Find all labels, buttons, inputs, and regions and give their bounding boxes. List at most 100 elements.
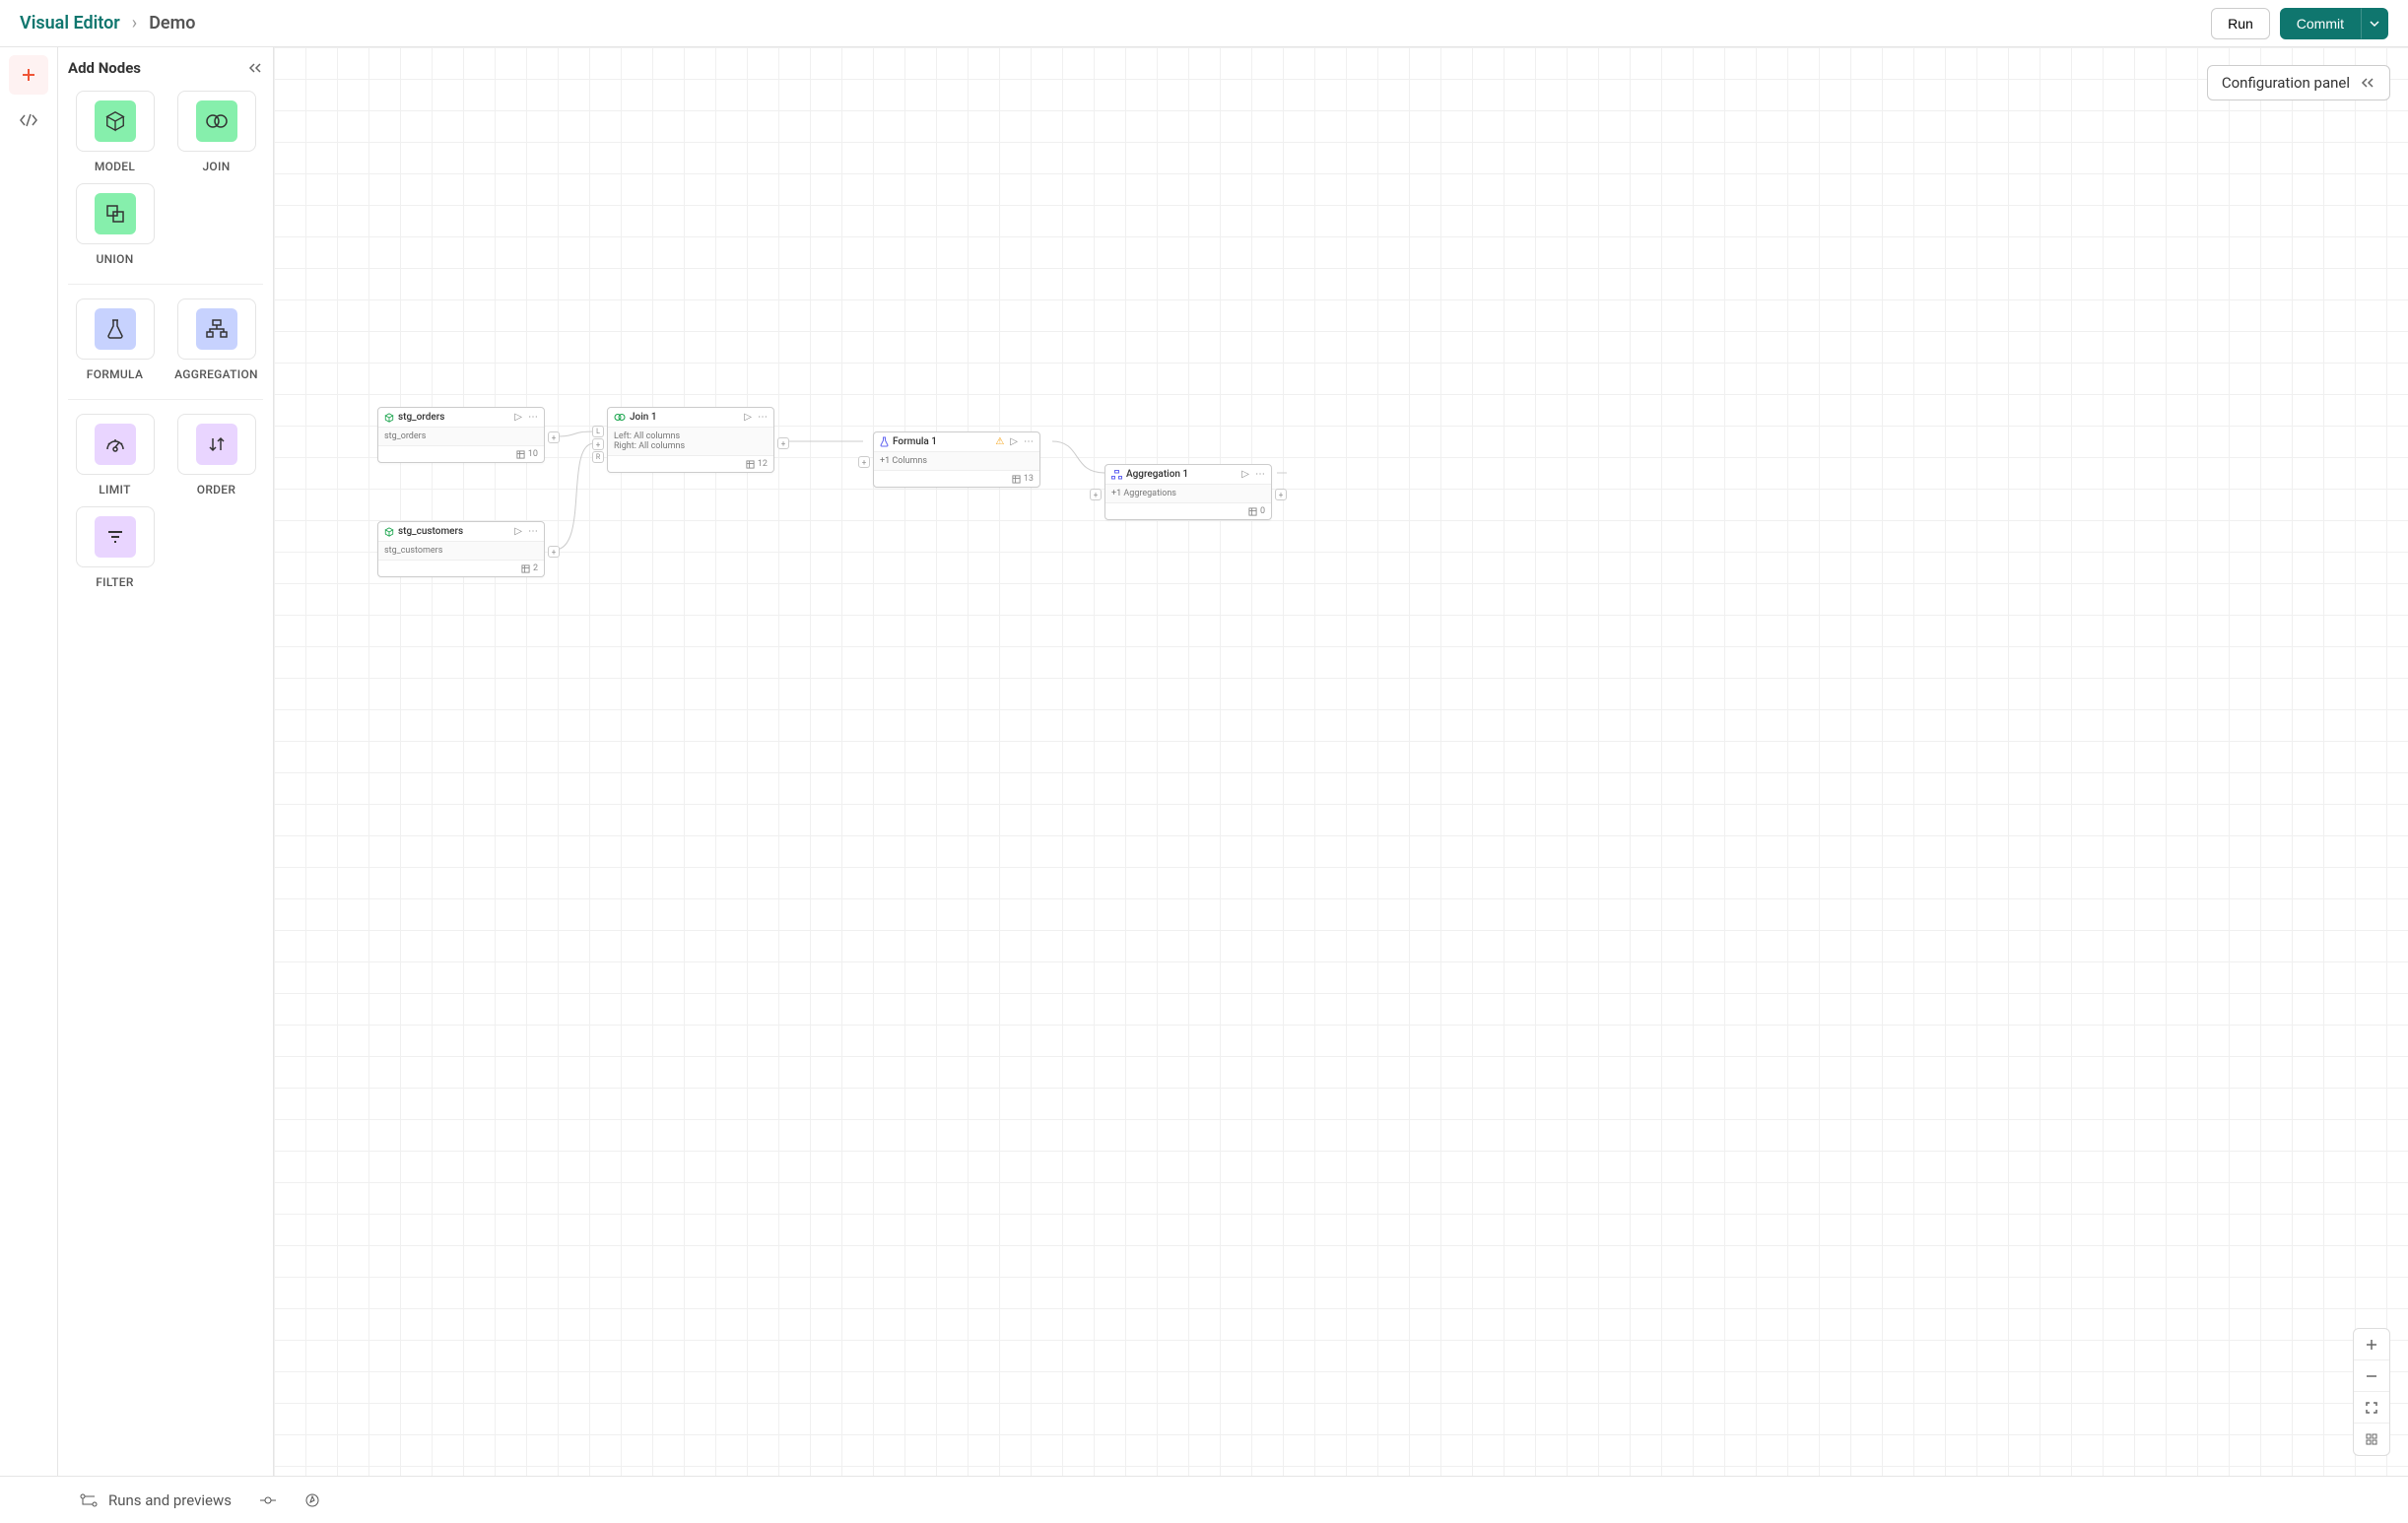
- footer: Runs and previews: [0, 1476, 2408, 1523]
- canvas-node-formula1[interactable]: Formula 1 ⚠ ▷ ⋯ +1 Columns 13 +: [873, 431, 1040, 488]
- tile-label: AGGREGATION: [174, 367, 258, 381]
- play-icon[interactable]: ▷: [514, 412, 522, 423]
- table-icon: [516, 450, 525, 459]
- output-port[interactable]: +: [548, 431, 560, 443]
- maximize-icon: [2365, 1401, 2378, 1415]
- table-icon: [521, 564, 530, 573]
- commit-button[interactable]: Commit: [2280, 8, 2361, 39]
- node-group-transforms: FORMULA AGGREGATION: [68, 298, 263, 381]
- join-left-label: Left: All columns: [614, 431, 768, 441]
- tile-label: MODEL: [95, 160, 135, 173]
- output-port[interactable]: +: [548, 546, 560, 558]
- cube-icon: [384, 527, 394, 537]
- breadcrumb: Visual Editor › Demo: [20, 13, 195, 33]
- node-tile-join[interactable]: JOIN: [169, 91, 263, 173]
- flask-icon: [880, 436, 889, 447]
- minus-icon: [2365, 1369, 2378, 1383]
- header-actions: Run Commit: [2211, 8, 2388, 39]
- canvas-node-stg-orders[interactable]: stg_orders ▷ ⋯ stg_orders 10 +: [377, 407, 545, 463]
- code-rail-button[interactable]: [9, 100, 48, 140]
- runs-previews-button[interactable]: Runs and previews: [79, 1491, 232, 1509]
- play-icon[interactable]: ▷: [514, 526, 522, 537]
- configuration-panel-button[interactable]: Configuration panel: [2207, 65, 2390, 100]
- node-tile-formula[interactable]: FORMULA: [68, 298, 162, 381]
- left-rail: [0, 47, 57, 1476]
- more-icon[interactable]: ⋯: [1024, 436, 1034, 447]
- node-tile-union[interactable]: UNION: [68, 183, 162, 266]
- code-icon: [19, 113, 38, 127]
- node-title: Formula 1: [893, 436, 937, 447]
- grid-button[interactable]: [2354, 1424, 2389, 1455]
- zoom-in-button[interactable]: [2354, 1329, 2389, 1360]
- table-icon: [1248, 507, 1257, 516]
- header: Visual Editor › Demo Run Commit: [0, 0, 2408, 47]
- table-icon: [1012, 475, 1021, 484]
- node-group-models: MODEL JOIN UNION: [68, 91, 263, 266]
- node-count: 13: [1024, 474, 1034, 484]
- output-port[interactable]: +: [1275, 489, 1287, 500]
- join-icon: [614, 413, 626, 422]
- main-body: Add Nodes MODEL JOIN: [0, 47, 2408, 1476]
- commit-dropdown-button[interactable]: [2361, 8, 2388, 39]
- cube-icon: [384, 413, 394, 423]
- node-tile-model[interactable]: MODEL: [68, 91, 162, 173]
- divider: [68, 284, 263, 285]
- tile-label: JOIN: [202, 160, 230, 173]
- edges-layer: [274, 47, 2408, 1476]
- input-port-add[interactable]: +: [592, 438, 604, 450]
- more-icon[interactable]: ⋯: [528, 412, 538, 423]
- fit-button[interactable]: [2354, 1392, 2389, 1424]
- refresh-button[interactable]: [304, 1492, 320, 1508]
- play-icon[interactable]: ▷: [1241, 469, 1249, 480]
- node-body: stg_orders: [378, 428, 544, 446]
- more-icon[interactable]: ⋯: [758, 412, 768, 423]
- node-title: stg_customers: [398, 526, 463, 537]
- node-tile-order[interactable]: ORDER: [169, 414, 263, 497]
- input-port-right[interactable]: R: [592, 451, 604, 463]
- add-node-rail-button[interactable]: [9, 55, 48, 95]
- node-title: stg_orders: [398, 412, 444, 423]
- more-icon[interactable]: ⋯: [528, 526, 538, 537]
- more-icon[interactable]: ⋯: [1255, 469, 1265, 480]
- play-icon[interactable]: ▷: [1010, 436, 1018, 447]
- sort-icon: [207, 434, 227, 454]
- aggregation-icon: [206, 319, 228, 339]
- zoom-controls: [2353, 1328, 2390, 1456]
- input-port-left[interactable]: L: [592, 426, 604, 437]
- chevron-double-left-icon: [2360, 77, 2375, 89]
- output-port[interactable]: +: [777, 437, 789, 449]
- join-icon: [205, 113, 229, 129]
- breadcrumb-current: Demo: [149, 13, 195, 33]
- run-button[interactable]: Run: [2211, 8, 2270, 39]
- canvas-node-join1[interactable]: Join 1 ▷ ⋯ Left: All columns Right: All …: [607, 407, 774, 473]
- node-tile-aggregation[interactable]: AGGREGATION: [169, 298, 263, 381]
- node-count: 2: [533, 563, 538, 573]
- input-port[interactable]: +: [858, 456, 870, 468]
- commit-graph-button[interactable]: [259, 1494, 277, 1506]
- node-tile-limit[interactable]: LIMIT: [68, 414, 162, 497]
- gauge-icon: [104, 434, 126, 454]
- node-tile-filter[interactable]: FILTER: [68, 506, 162, 589]
- warning-icon: ⚠: [995, 436, 1004, 447]
- join-right-label: Right: All columns: [614, 441, 768, 451]
- chevron-down-icon: [2370, 19, 2379, 29]
- tile-label: FILTER: [96, 575, 133, 589]
- breadcrumb-root[interactable]: Visual Editor: [20, 13, 120, 33]
- divider: [68, 399, 263, 400]
- canvas[interactable]: Configuration panel stg_orders ▷ ⋯: [274, 47, 2408, 1476]
- input-port[interactable]: +: [1090, 489, 1102, 500]
- play-icon[interactable]: ▷: [744, 412, 752, 423]
- add-nodes-sidebar: Add Nodes MODEL JOIN: [57, 47, 274, 1476]
- tile-label: ORDER: [197, 483, 236, 497]
- union-icon: [105, 204, 125, 224]
- zoom-out-button[interactable]: [2354, 1360, 2389, 1392]
- node-group-modifiers: LIMIT ORDER FILTER: [68, 414, 263, 589]
- canvas-node-aggregation1[interactable]: Aggregation 1 ▷ ⋯ +1 Aggregations 0 + +: [1104, 464, 1272, 520]
- canvas-node-stg-customers[interactable]: stg_customers ▷ ⋯ stg_customers 2 +: [377, 521, 545, 577]
- aggregation-icon: [1111, 470, 1122, 480]
- collapse-sidebar-button[interactable]: [247, 62, 263, 74]
- node-body: stg_customers: [378, 542, 544, 561]
- node-count: 0: [1260, 506, 1265, 516]
- node-count: 12: [758, 459, 768, 469]
- compass-icon: [304, 1492, 320, 1508]
